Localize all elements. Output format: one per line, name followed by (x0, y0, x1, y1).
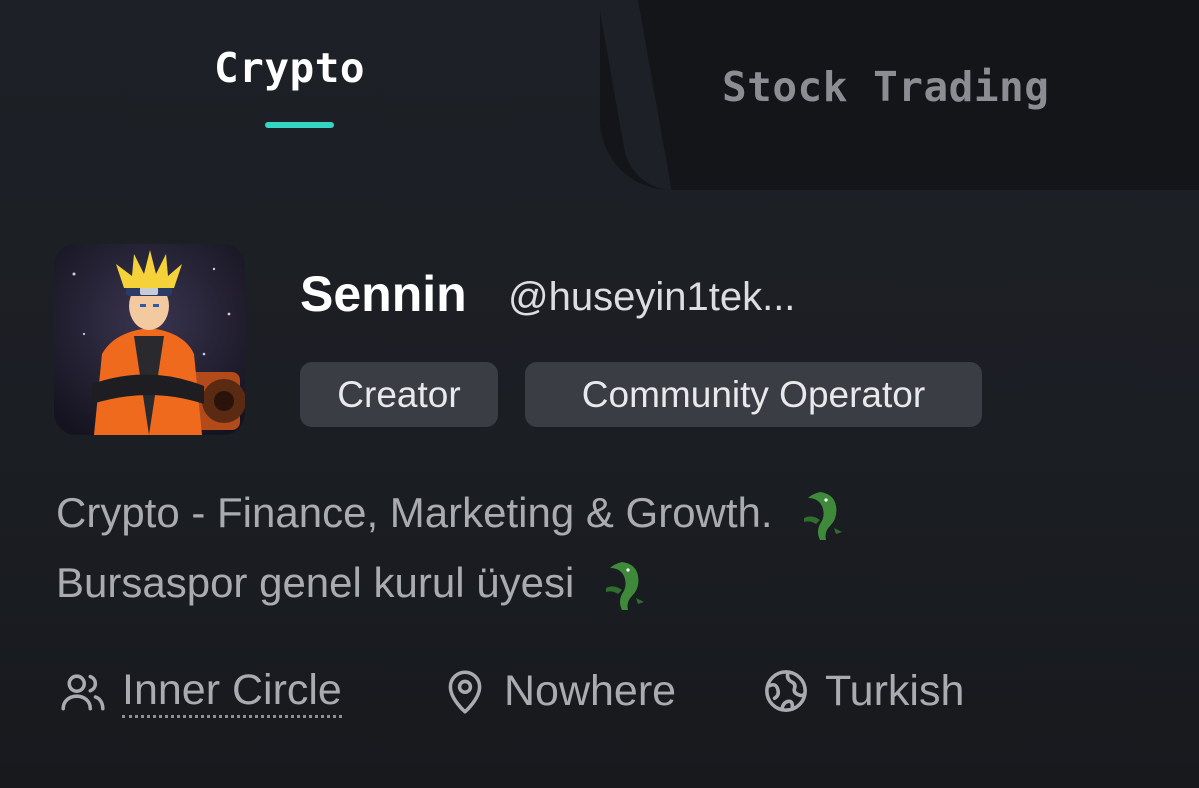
tab-stock-trading[interactable]: Stock Trading (722, 63, 1049, 111)
bio-line-1: Crypto - Finance, Marketing & Growth. (56, 488, 846, 544)
bio-text-2: Bursaspor genel kurul üyesi (56, 559, 575, 607)
map-pin-icon (448, 670, 482, 714)
language-label: Turkish (825, 666, 965, 715)
meta-language: Turkish (761, 666, 964, 716)
anime-ninja-avatar-image (54, 244, 245, 435)
inner-circle-link[interactable]: Inner Circle (122, 666, 342, 719)
badge-creator: Creator (300, 362, 498, 427)
crocodile-emoji-icon (605, 562, 644, 610)
meta-location: Nowhere (440, 666, 676, 716)
bio-line-2: Bursaspor genel kurul üyesi (56, 558, 648, 614)
profile-handle: @huseyin1tek... (508, 275, 796, 319)
users-icon (61, 674, 105, 711)
meta-community[interactable]: Inner Circle (58, 666, 342, 719)
location-label: Nowhere (504, 666, 677, 715)
avatar[interactable] (54, 244, 245, 435)
tab-crypto[interactable]: Crypto (214, 44, 365, 92)
active-tab-indicator (265, 122, 334, 128)
globe-icon (765, 670, 807, 712)
badge-community-operator: Community Operator (525, 362, 982, 427)
crocodile-emoji-icon (804, 492, 843, 540)
bio-text-1: Crypto - Finance, Marketing & Growth. (56, 489, 773, 537)
profile-name: Sennin (300, 266, 467, 322)
